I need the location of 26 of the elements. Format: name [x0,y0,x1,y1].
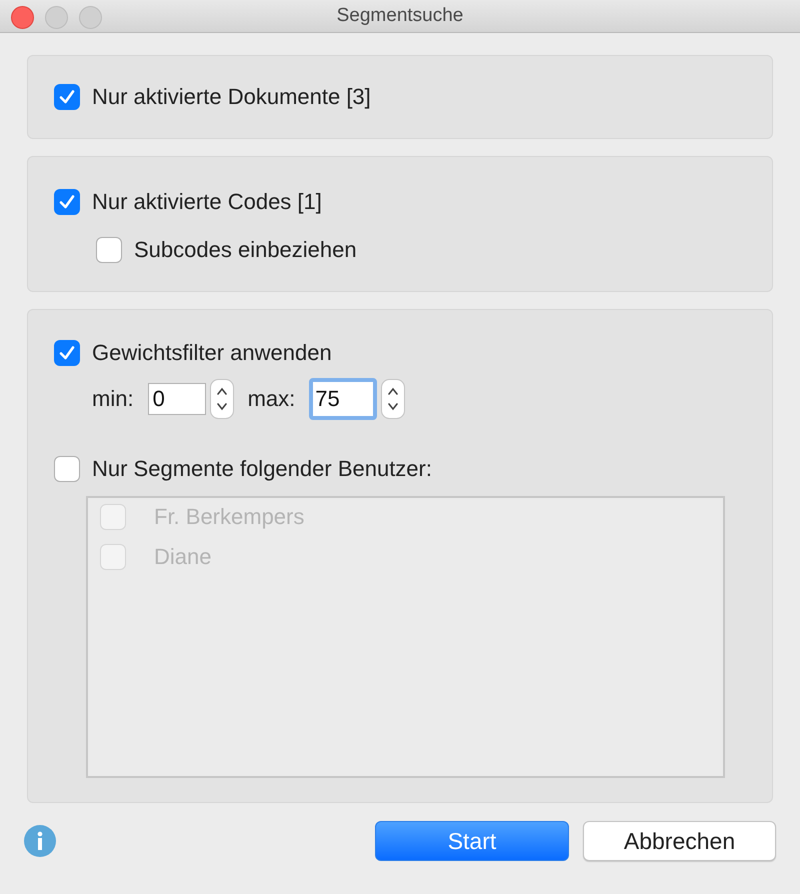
field-label: min: [92,386,134,412]
checkmark-icon [58,344,76,362]
checkbox-label: Nur Segmente folgender Benutzer: [92,456,432,482]
start-button[interactable]: Start [375,821,569,861]
checkbox-label: Subcodes einbeziehen [134,237,357,263]
checkmark-icon [58,193,76,211]
checkbox-label: Gewichtsfilter anwenden [92,340,332,366]
cancel-button[interactable]: Abbrechen [583,821,776,861]
stepper[interactable] [381,379,406,419]
close-button[interactable] [11,6,34,29]
info-icon[interactable] [24,825,56,857]
number-field[interactable]: 75 [309,378,378,420]
stepper[interactable] [210,379,234,419]
checkbox[interactable] [54,84,80,110]
checkbox[interactable] [54,456,80,482]
checkmark-icon [58,88,76,106]
checkbox[interactable] [96,237,122,263]
checkbox-label: Nur aktivierte Codes [1] [92,189,322,215]
checkbox-label: Nur aktivierte Dokumente [3] [92,84,371,110]
checkbox[interactable] [54,340,80,366]
minimize-button[interactable] [45,6,68,29]
number-field[interactable]: 0 [148,383,206,415]
zoom-button[interactable] [79,6,102,29]
field-label: max: [248,386,296,412]
checkbox[interactable] [54,189,80,215]
window-title: Segmentsuche [336,5,464,27]
